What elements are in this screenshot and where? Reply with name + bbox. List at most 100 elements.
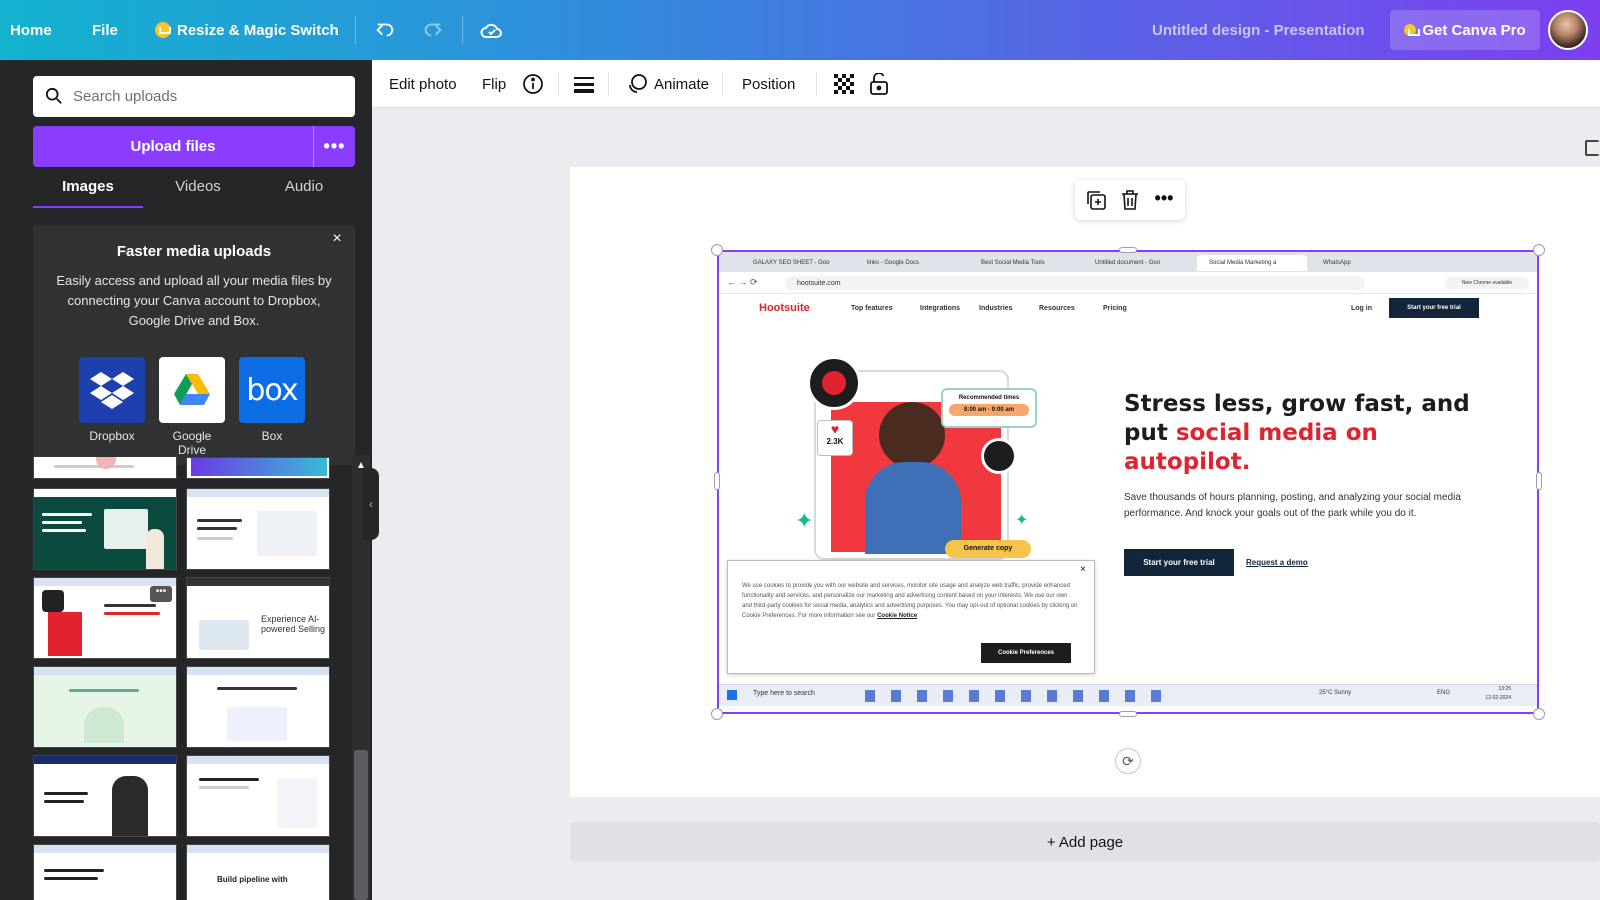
search-icon: [45, 87, 62, 104]
duplicate-icon[interactable]: [1085, 189, 1107, 211]
trash-icon[interactable]: [1119, 189, 1141, 211]
hero-headline: Stress less, grow fast, and put social m…: [1124, 390, 1484, 477]
google-drive-icon: [159, 357, 225, 423]
hero-person-body: [865, 462, 961, 554]
screenshot-site-nav: Hootsuite Top features Integrations Indu…: [719, 294, 1537, 324]
cookie-banner: × We use cookies to provide you with our…: [727, 560, 1095, 674]
tab-images[interactable]: Images: [33, 178, 143, 208]
upload-thumbnail[interactable]: [186, 457, 330, 479]
taskbar-search: Type here to search: [753, 690, 815, 697]
position-button[interactable]: Position: [742, 60, 795, 108]
box-icon: box: [239, 357, 305, 423]
tab-videos[interactable]: Videos: [143, 178, 253, 208]
browser-tab: WhatsApp: [1323, 260, 1351, 266]
screenshot-taskbar: Type here to search 25°C Sunny ENG 13:25…: [719, 684, 1537, 706]
resize-magic-switch-button[interactable]: Resize & Magic Switch: [155, 0, 339, 60]
edit-photo-button[interactable]: Edit photo: [389, 60, 457, 108]
dropbox-connect[interactable]: Dropbox: [79, 357, 145, 443]
screenshot-url: hootsuite.com: [785, 276, 1365, 290]
get-canva-pro-button[interactable]: Get Canva Pro: [1390, 10, 1540, 50]
home-button[interactable]: Home: [10, 0, 52, 60]
rotate-icon[interactable]: ⟳: [1115, 748, 1141, 774]
upload-thumbnail[interactable]: [33, 457, 177, 479]
dropbox-icon: [79, 357, 145, 423]
sparkle-icon: ✦: [795, 508, 814, 533]
save-status-button[interactable]: [480, 0, 504, 60]
upload-thumbnail[interactable]: Experience AI-powered Selling: [186, 577, 330, 659]
site-login-link: Log in: [1351, 305, 1372, 312]
browser-tab: Social Media Marketing a: [1197, 255, 1307, 271]
upload-thumbnail[interactable]: [186, 666, 330, 748]
google-drive-connect[interactable]: Google Drive: [159, 357, 225, 457]
hero-trial-button: Start your free trial: [1124, 549, 1234, 576]
resize-label: Resize & Magic Switch: [177, 21, 339, 39]
resize-handle[interactable]: [1119, 711, 1137, 717]
selected-image[interactable]: GALAXY SEO SHEET - Goo links - Google Do…: [717, 250, 1539, 714]
flip-button[interactable]: Flip: [482, 60, 506, 108]
file-menu[interactable]: File: [92, 0, 118, 60]
request-demo-link: Request a demo: [1246, 558, 1308, 567]
redo-icon: [424, 23, 442, 37]
transparency-button[interactable]: [834, 60, 854, 108]
resize-handle[interactable]: [1533, 708, 1545, 720]
avatar[interactable]: [1548, 10, 1588, 50]
cookie-preferences-button: Cookie Preferences: [981, 643, 1071, 663]
collapse-panel-chevron-icon[interactable]: ‹: [363, 468, 379, 540]
upload-thumbnail[interactable]: [186, 488, 330, 570]
dropbox-label: Dropbox: [89, 429, 135, 443]
redo-button[interactable]: [422, 0, 444, 60]
cookie-notice-link: Cookie Notice: [877, 613, 918, 619]
design-title[interactable]: Untitled design - Presentation: [1152, 0, 1365, 60]
resize-handle[interactable]: [1533, 244, 1545, 256]
search-input[interactable]: Search uploads: [33, 76, 355, 117]
recommended-times-card: Recommended times 8:00 am - 9:00 am: [941, 388, 1037, 428]
resize-handle[interactable]: [711, 708, 723, 720]
upload-thumbnail[interactable]: Build pipeline with: [186, 844, 330, 900]
recommended-times-title: Recommended times: [958, 395, 1020, 401]
add-page-button[interactable]: + Add page: [570, 822, 1600, 862]
info-button[interactable]: [522, 60, 544, 108]
more-options-icon[interactable]: •••: [313, 126, 355, 167]
animate-icon: [629, 74, 647, 93]
browser-tab: links - Google Docs: [867, 260, 920, 266]
chrome-update-badge: New Chrome available: [1445, 277, 1529, 289]
weather: 25°C Sunny: [1319, 690, 1352, 696]
upload-thumbnail[interactable]: [33, 488, 177, 570]
resize-handle[interactable]: [1119, 247, 1137, 253]
resize-handle[interactable]: [1536, 472, 1542, 490]
lines-icon: [574, 77, 594, 93]
clock-date: 12-02-2024: [1485, 695, 1511, 701]
upload-thumbnail[interactable]: [33, 755, 177, 837]
site-nav-link: Resources: [1039, 305, 1075, 312]
unlock-icon: [870, 73, 888, 95]
hootsuite-logo: Hootsuite: [759, 302, 810, 314]
box-label: Box: [261, 429, 283, 443]
border-style-button[interactable]: [574, 60, 594, 108]
uploads-panel: Search uploads Upload files ••• Images V…: [0, 60, 372, 900]
page-options-icon[interactable]: [1585, 140, 1599, 156]
hero-subhead: Save thousands of hours planning, postin…: [1124, 492, 1461, 519]
screenshot-browser-tabs: GALAXY SEO SHEET - Goo links - Google Do…: [719, 252, 1537, 272]
scrollbar-thumb[interactable]: [354, 750, 368, 900]
resize-handle[interactable]: [711, 244, 723, 256]
box-connect[interactable]: box Box: [239, 357, 305, 443]
lock-button[interactable]: [870, 60, 888, 108]
more-options-icon[interactable]: •••: [1151, 188, 1177, 210]
clock-time: 13:25: [1498, 686, 1511, 692]
upload-thumbnail[interactable]: [33, 666, 177, 748]
animate-button[interactable]: Animate: [626, 60, 709, 108]
upload-files-button[interactable]: Upload files: [33, 126, 313, 167]
upload-thumbnail[interactable]: [33, 844, 177, 900]
undo-button[interactable]: [374, 0, 396, 60]
taskbar-apps: [865, 690, 1175, 702]
resize-handle[interactable]: [714, 472, 720, 490]
site-nav-link: Top features: [851, 305, 893, 312]
owl-icon: [807, 356, 861, 410]
search-placeholder: Search uploads: [73, 88, 178, 105]
tab-audio[interactable]: Audio: [253, 178, 355, 208]
upload-thumbnail[interactable]: •••: [33, 577, 177, 659]
upload-thumbnail[interactable]: [186, 755, 330, 837]
language: ENG: [1437, 690, 1451, 696]
site-nav-link: Integrations: [920, 305, 961, 312]
site-nav-link: Industries: [979, 305, 1013, 312]
